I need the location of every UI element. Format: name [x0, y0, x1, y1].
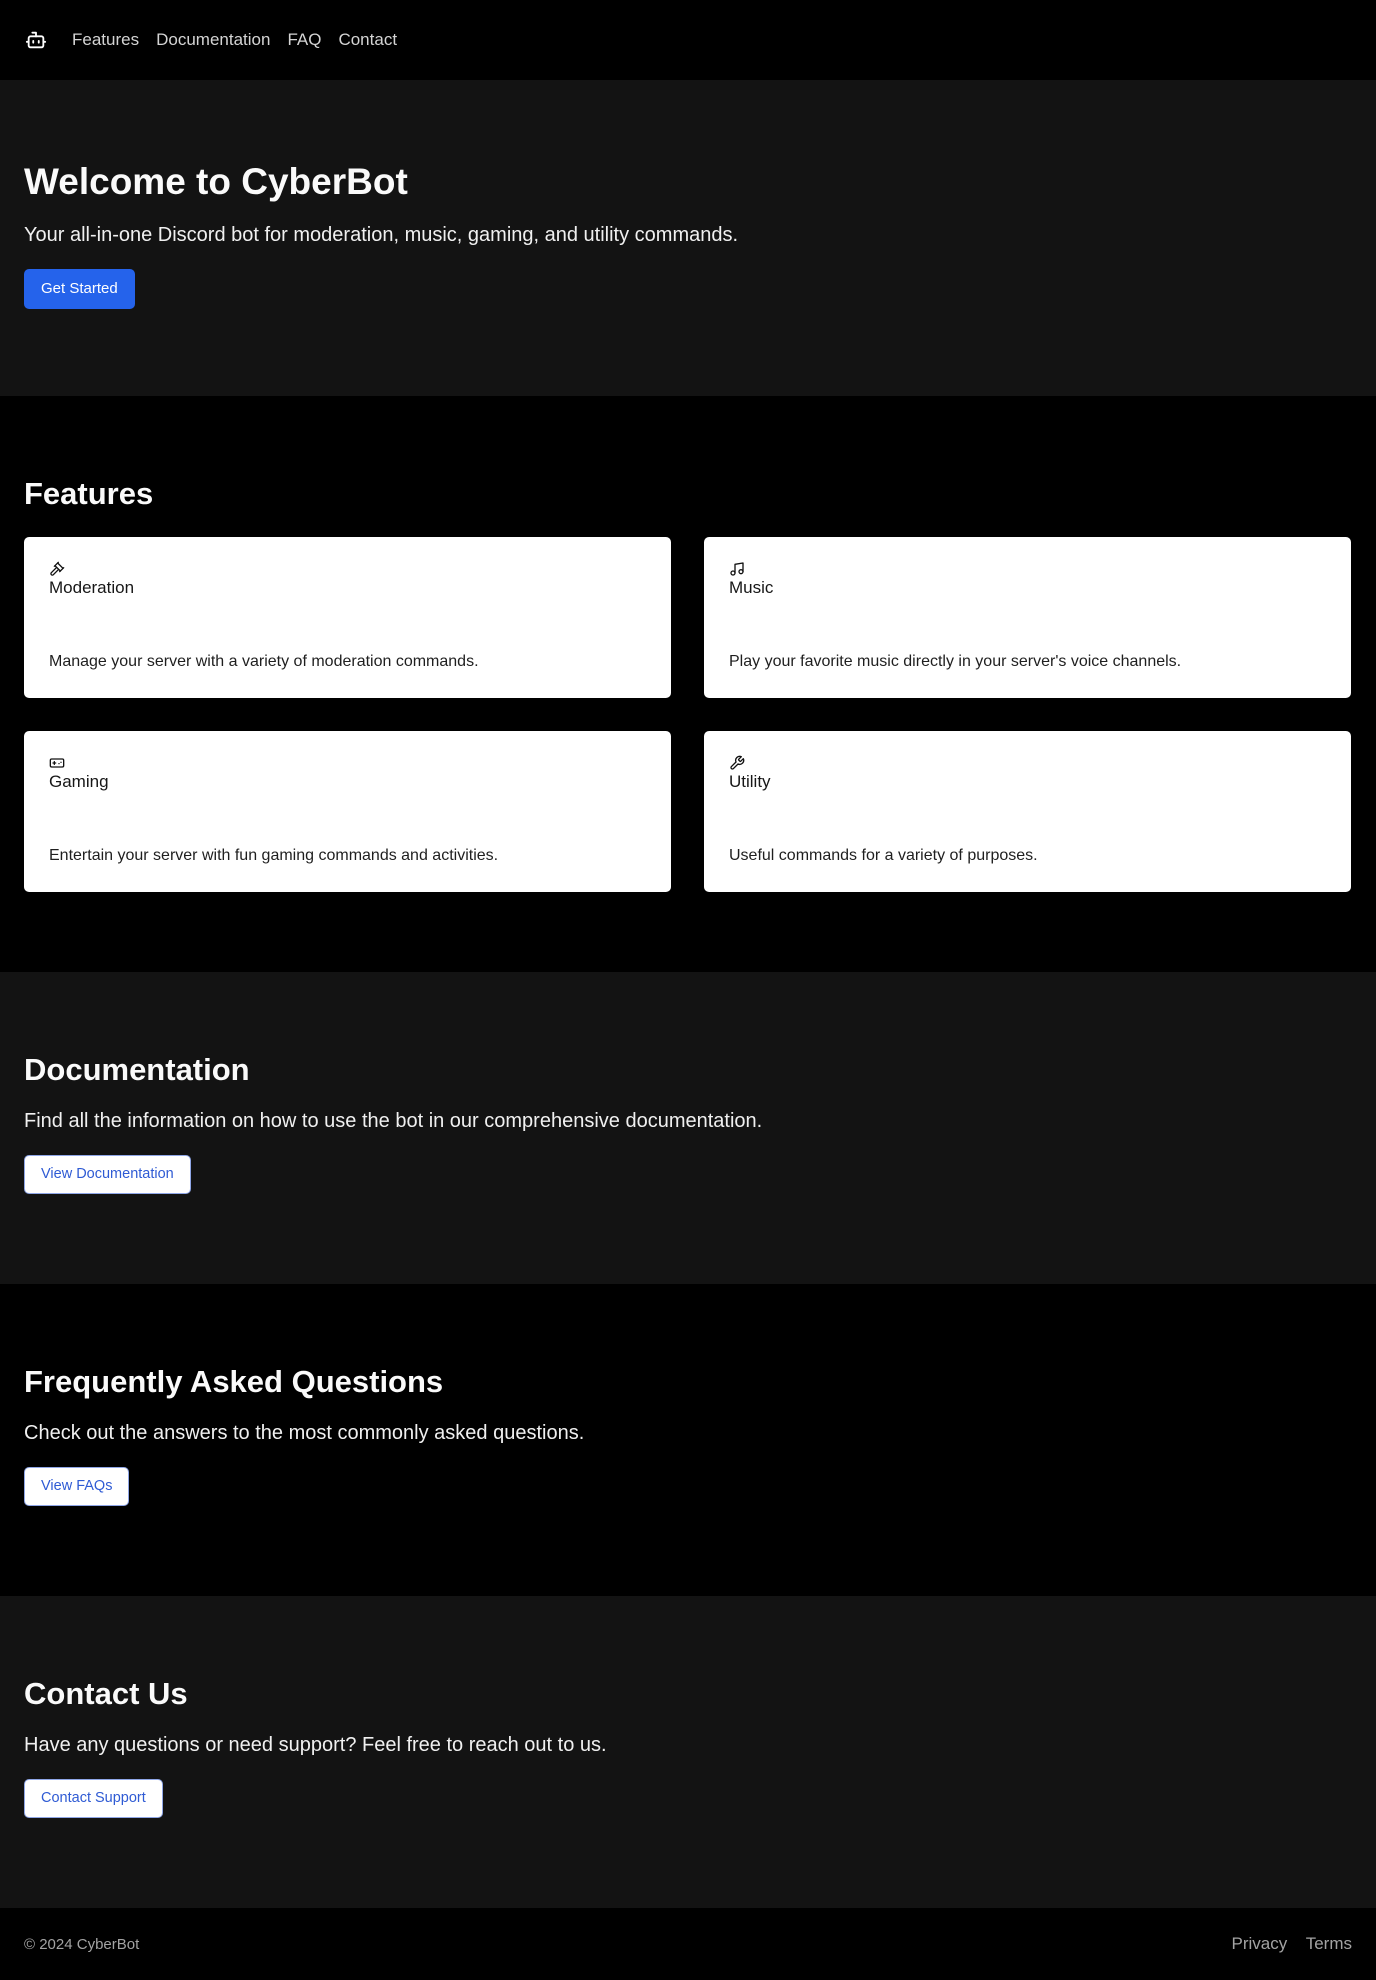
feature-card-utility: Utility Useful commands for a variety of…: [704, 731, 1351, 892]
feature-description: Entertain your server with fun gaming co…: [49, 847, 499, 864]
footer: © 2024 CyberBot Privacy Terms: [0, 1908, 1376, 1980]
feature-title: Moderation: [49, 578, 135, 597]
feature-card-music: Music Play your favorite music directly …: [704, 537, 1351, 698]
documentation-title: Documentation: [24, 1052, 250, 1087]
copyright-text: © 2024 CyberBot: [24, 1935, 140, 1953]
hero-subtitle: Your all-in-one Discord bot for moderati…: [24, 224, 739, 247]
gamepad-icon: [49, 755, 65, 771]
feature-title: Music: [729, 578, 774, 597]
contact-section: Contact Us Have any questions or need su…: [0, 1596, 1376, 1908]
features-section: Features Moderation Manage your server w…: [0, 396, 1376, 972]
feature-card-moderation: Moderation Manage your server with a var…: [24, 537, 671, 698]
view-faqs-button[interactable]: View FAQs: [24, 1467, 130, 1506]
view-documentation-button[interactable]: View Documentation: [24, 1155, 191, 1194]
faq-text: Check out the answers to the most common…: [24, 1422, 585, 1444]
faq-section: Frequently Asked Questions Check out the…: [0, 1284, 1376, 1596]
music-icon: [729, 561, 745, 577]
feature-title: Gaming: [49, 772, 109, 791]
footer-links: Privacy Terms: [1218, 1934, 1352, 1954]
gavel-icon: [49, 561, 65, 577]
feature-card-gaming: Gaming Entertain your server with fun ga…: [24, 731, 671, 892]
feature-description: Play your favorite music directly in you…: [729, 653, 1182, 670]
top-nav: Features Documentation FAQ Contact: [0, 0, 1376, 80]
nav-link-documentation[interactable]: Documentation: [156, 30, 270, 50]
feature-description: Manage your server with a variety of mod…: [49, 653, 479, 670]
robot-icon[interactable]: [24, 28, 48, 52]
contact-title: Contact Us: [24, 1676, 188, 1711]
nav-link-features[interactable]: Features: [72, 30, 139, 50]
feature-title: Utility: [729, 772, 771, 791]
contact-support-button[interactable]: Contact Support: [24, 1779, 163, 1818]
get-started-button[interactable]: Get Started: [24, 269, 135, 310]
wrench-icon: [729, 755, 745, 771]
hero-title: Welcome to CyberBot: [24, 161, 408, 202]
features-grid: Moderation Manage your server with a var…: [24, 537, 1352, 892]
nav-link-faq[interactable]: FAQ: [287, 30, 321, 50]
documentation-section: Documentation Find all the information o…: [0, 972, 1376, 1284]
feature-description: Useful commands for a variety of purpose…: [729, 847, 1038, 864]
faq-title: Frequently Asked Questions: [24, 1364, 444, 1399]
documentation-text: Find all the information on how to use t…: [24, 1110, 763, 1132]
footer-link-terms[interactable]: Terms: [1306, 1934, 1352, 1953]
footer-link-privacy[interactable]: Privacy: [1232, 1934, 1288, 1953]
contact-text: Have any questions or need support? Feel…: [24, 1734, 607, 1756]
nav-link-contact[interactable]: Contact: [338, 30, 397, 50]
hero-section: Welcome to CyberBot Your all-in-one Disc…: [0, 80, 1376, 396]
features-title: Features: [24, 476, 154, 511]
